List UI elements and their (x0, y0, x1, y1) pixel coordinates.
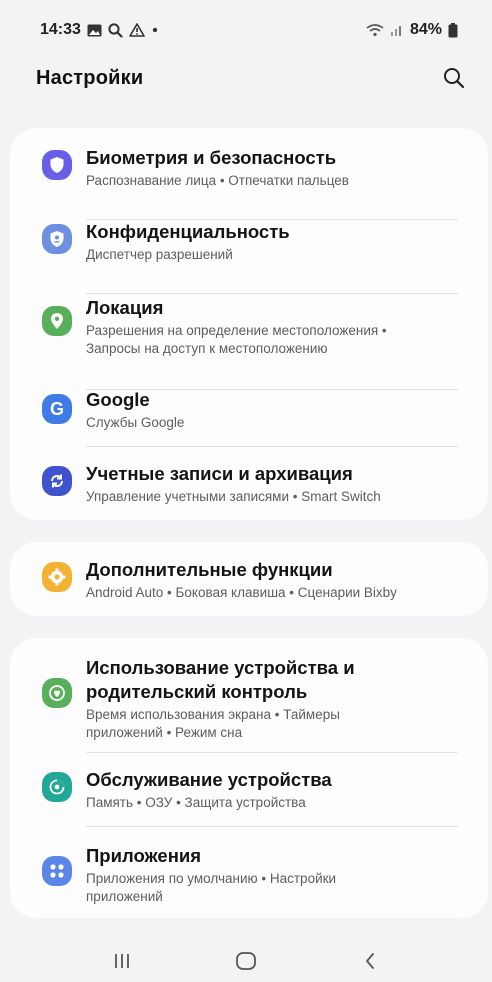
recents-icon (115, 954, 129, 968)
item-subtitle: Память • ОЗУ • Защита устройства (86, 795, 306, 810)
battery-icon (448, 22, 458, 38)
settings-item-device-care[interactable]: Обслуживание устройства Память • ОЗУ • З… (10, 768, 488, 828)
wifi-icon (366, 23, 384, 37)
item-title: Конфиденциальность (86, 221, 290, 242)
divider (86, 752, 458, 753)
item-subtitle: Время использования экрана • Таймеры при… (86, 707, 340, 740)
settings-group-security: Биометрия и безопасность Распознавание л… (10, 128, 488, 520)
settings-item-apps[interactable]: Приложения Приложения по умолчанию • Нас… (10, 844, 488, 914)
settings-group-device: Использование устройства и родительский … (10, 638, 488, 918)
device-care-icon (42, 772, 72, 802)
item-subtitle: Распознавание лица • Отпечатки пальцев (86, 173, 349, 188)
item-subtitle: Приложения по умолчанию • Настройки прил… (86, 871, 337, 904)
search-icon (444, 68, 465, 89)
item-title: Дополнительные функции (86, 559, 333, 580)
google-icon: G (42, 394, 72, 424)
home-icon (236, 952, 256, 970)
battery-percent: 84% (409, 21, 442, 38)
divider (86, 826, 458, 827)
item-subtitle: Android Auto • Боковая клавиша • Сценари… (86, 585, 397, 600)
home-button[interactable] (226, 941, 266, 981)
item-subtitle: Диспетчер разрешений (86, 247, 233, 262)
sync-icon (42, 466, 72, 496)
warning-icon (129, 23, 145, 37)
page-title: Настройки (36, 66, 144, 89)
item-title: Биометрия и безопасность (86, 147, 337, 168)
search-button[interactable] (440, 64, 468, 92)
item-subtitle: Службы Google (86, 415, 185, 430)
item-title: Обслуживание устройства (86, 769, 332, 790)
divider (86, 446, 458, 447)
item-title: Локация (86, 297, 164, 318)
shield-icon (42, 150, 72, 180)
item-title: Использование устройства и родительский … (86, 657, 355, 702)
status-time: 14:33 (40, 21, 81, 38)
settings-item-google[interactable]: G Google Службы Google (10, 386, 488, 446)
settings-item-advanced-features[interactable]: Дополнительные функции Android Auto • Бо… (10, 558, 488, 608)
settings-item-biometrics[interactable]: Биометрия и безопасность Распознавание л… (10, 146, 488, 220)
wellbeing-icon (42, 678, 72, 708)
gear-plus-icon (42, 562, 72, 592)
apps-icon (42, 856, 72, 886)
signal-icon (390, 23, 404, 37)
privacy-icon (42, 224, 72, 254)
back-button[interactable] (350, 941, 390, 981)
gallery-icon (87, 24, 102, 37)
item-title: Приложения (86, 845, 202, 866)
settings-item-accounts[interactable]: Учетные записи и архивация Управление уч… (10, 462, 488, 512)
settings-group-advanced: Дополнительные функции Android Auto • Бо… (10, 542, 488, 616)
status-bar: 14:33 84% (0, 0, 492, 60)
settings-item-digital-wellbeing[interactable]: Использование устройства и родительский … (10, 656, 488, 752)
header: Настройки (0, 56, 492, 100)
settings-item-privacy[interactable]: Конфиденциальность Диспетчер разрешений (10, 220, 488, 294)
item-title: Google (86, 389, 150, 410)
dot-icon (151, 26, 159, 34)
item-subtitle: Управление учетными записями • Smart Swi… (86, 489, 381, 504)
back-icon (366, 953, 374, 969)
recents-button[interactable] (102, 941, 142, 981)
search-icon (108, 22, 123, 38)
navigation-bar (0, 940, 492, 982)
item-subtitle: Разрешения на определение местоположения… (86, 323, 387, 356)
item-title: Учетные записи и архивация (86, 463, 353, 484)
location-icon (42, 306, 72, 336)
settings-item-location[interactable]: Локация Разрешения на определение местоп… (10, 294, 488, 390)
